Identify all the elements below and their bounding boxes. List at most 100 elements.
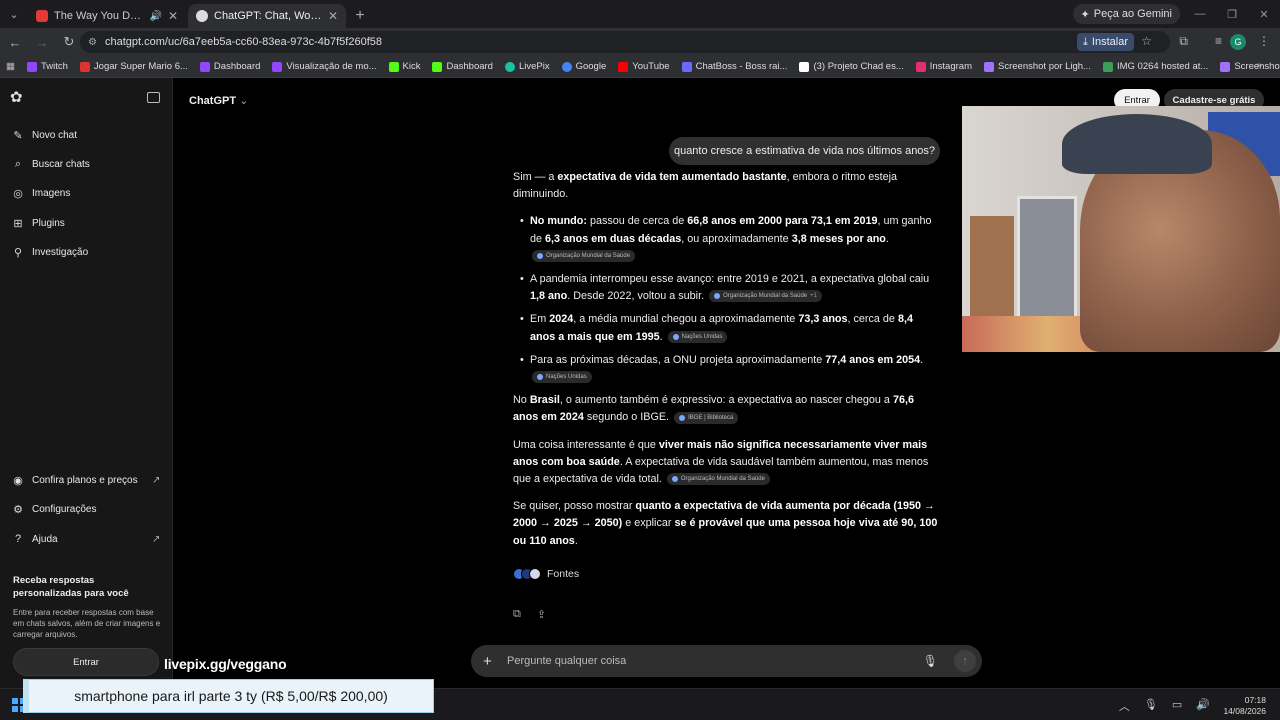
- citation-more-count: +1: [810, 293, 817, 300]
- game-icon: [79, 61, 90, 72]
- text-run: Para as próximas décadas, a ONU projeta …: [530, 353, 826, 366]
- sources-button[interactable]: Fontes: [513, 568, 579, 580]
- citation-chip[interactable]: IBGE | Biblioteca: [674, 411, 739, 424]
- citation-chip[interactable]: Organização Mundial da Saúde: [532, 249, 636, 262]
- bookmark-item[interactable]: Instagram: [915, 61, 972, 72]
- prompt-composer[interactable]: + Pergunte qualquer coisa 🎙 ↑: [471, 645, 982, 677]
- text-run: .: [659, 330, 663, 343]
- browser-tab-chatgpt[interactable]: ChatGPT: Chat, Work, Create & ✕: [188, 4, 346, 28]
- tab-title: ChatGPT: Chat, Work, Create &: [214, 10, 322, 22]
- citation-chip[interactable]: Nações Unidas: [532, 371, 592, 384]
- bookmark-item[interactable]: Dashboard: [199, 61, 260, 72]
- address-bar[interactable]: ⚙ chatgpt.com/uc/6a7eeb5a-cc60-83ea-973c…: [80, 31, 1170, 53]
- tab-search-icon[interactable]: ⌄: [0, 0, 28, 28]
- profile-avatar[interactable]: G: [1230, 34, 1246, 50]
- sidebar-item-settings[interactable]: ⚙ Configurações: [12, 499, 96, 519]
- attach-plus-icon[interactable]: +: [483, 653, 497, 670]
- sidebar-item-research[interactable]: ⚲ Investigação: [12, 242, 88, 262]
- send-arrow-icon[interactable]: ↑: [954, 650, 976, 672]
- reload-icon[interactable]: ↻: [57, 30, 81, 54]
- new-tab-button[interactable]: +: [348, 4, 372, 28]
- bookmark-item[interactable]: Twitch: [26, 61, 68, 72]
- citation-chip[interactable]: Nações Unidas: [667, 330, 728, 343]
- browser-tab-strip: ⌄ The Way You Do It (Elinov R 🔊 ✕ ChatGP…: [0, 0, 1280, 28]
- sidebar-item-search[interactable]: ⌕ Buscar chats: [12, 154, 90, 174]
- chevron-up-icon[interactable]: ︿: [1119, 698, 1130, 714]
- citation-label: IBGE | Biblioteca: [688, 414, 734, 421]
- livepix-overlay-text: livepix.gg/veggano: [164, 656, 287, 672]
- bookmark-label: Dashboard: [446, 61, 493, 72]
- copy-icon[interactable]: ⧉: [513, 608, 521, 621]
- taskbar-clock[interactable]: 07:18 14/08/2026: [1223, 695, 1266, 717]
- extensions-icon[interactable]: ⧉: [1179, 34, 1188, 49]
- sidebar-item-label: Buscar chats: [32, 158, 90, 170]
- sidebar-toggle-icon[interactable]: [147, 92, 160, 103]
- browser-tab-youtube[interactable]: The Way You Do It (Elinov R 🔊 ✕: [28, 4, 186, 28]
- sparkle-icon: ◉: [13, 474, 23, 487]
- restore-window-icon[interactable]: ❐: [1216, 0, 1248, 28]
- text-run: Sim — a: [513, 171, 558, 183]
- media-control-icon[interactable]: ≡: [1215, 34, 1222, 48]
- forward-arrow-icon[interactable]: →: [30, 30, 54, 54]
- citation-chip[interactable]: Organização Mundial da Saúde: [666, 473, 770, 486]
- sidebar-item-images[interactable]: ◎ Imagens: [12, 183, 70, 203]
- display-icon[interactable]: ▭: [1172, 698, 1182, 714]
- bookmark-item[interactable]: YouTube: [618, 61, 670, 72]
- bookmark-item[interactable]: Jogar Super Mario 6...: [79, 61, 188, 72]
- lightshot-icon: [1220, 61, 1231, 72]
- external-link-icon: ↗: [152, 533, 161, 545]
- sidebar-item-plugins[interactable]: ⊞ Plugins: [12, 213, 64, 233]
- sidebar-item-label: Imagens: [32, 187, 71, 199]
- bold-run: Brasil: [529, 394, 560, 407]
- answer-paragraph: No Brasil, o aumento também é expressivo…: [513, 392, 938, 426]
- browser-menu-icon[interactable]: ⋮: [1258, 34, 1270, 48]
- audio-playing-icon[interactable]: 🔊: [149, 11, 161, 22]
- bookmark-item[interactable]: Visualização de mo...: [272, 61, 377, 72]
- text-run: A pandemia interrompeu esse avanço: entr…: [530, 273, 930, 286]
- text-run: e explicar: [622, 517, 675, 530]
- close-tab-icon[interactable]: ✕: [328, 9, 338, 23]
- bookmark-item[interactable]: Kick: [388, 61, 420, 72]
- bookmark-item[interactable]: ChatBoss - Boss rai...: [681, 61, 787, 72]
- bookmark-star-icon[interactable]: ☆: [1141, 34, 1152, 48]
- back-arrow-icon[interactable]: ←: [3, 30, 27, 54]
- microphone-tray-icon[interactable]: 🎙: [1144, 698, 1158, 714]
- share-icon[interactable]: ⇪: [537, 608, 546, 621]
- bookmark-item[interactable]: LivePix: [504, 61, 550, 72]
- twitch-icon: [199, 61, 210, 72]
- ask-gemini-button[interactable]: ✦ Peça ao Gemini: [1072, 4, 1180, 24]
- sidebar-item-label: Novo chat: [32, 129, 78, 141]
- citation-chip[interactable]: Organização Mundial da Saúde +1: [709, 290, 822, 303]
- install-app-button[interactable]: ⤓ Instalar: [1077, 33, 1134, 51]
- webcam-cap: [1062, 114, 1212, 174]
- sidebar-item-label: Confira planos e preços: [32, 474, 138, 486]
- bookmark-item[interactable]: Screenshot por Ligh...: [1220, 61, 1280, 72]
- plugin-icon: ⊞: [13, 217, 23, 230]
- bookmark-item[interactable]: IMG 0264 hosted at...: [1102, 61, 1208, 72]
- chatgpt-favicon-icon: [196, 10, 208, 22]
- lightshot-icon: [984, 61, 994, 72]
- bookmark-item[interactable]: Dashboard: [432, 61, 493, 72]
- prompt-input[interactable]: Pergunte qualquer coisa: [507, 655, 923, 667]
- microphone-icon[interactable]: 🎙: [923, 654, 938, 668]
- sidebar-item-plans[interactable]: ◉ Confira planos e preços ↗: [12, 470, 160, 490]
- bookmark-item[interactable]: Google: [561, 61, 607, 72]
- sidebar-item-help[interactable]: ? Ajuda ↗: [12, 529, 160, 549]
- close-window-icon[interactable]: ✕: [1248, 0, 1280, 28]
- more-bookmarks-icon[interactable]: »: [1256, 60, 1262, 71]
- bookmarks-apps-icon[interactable]: ▦: [6, 61, 15, 72]
- bold-run: 77,4 anos em 2054: [825, 353, 921, 366]
- model-selector[interactable]: ChatGPT ⌄: [189, 94, 248, 107]
- bookmark-item[interactable]: (3) Projeto Chad es...: [799, 61, 904, 72]
- site-info-icon[interactable]: ⚙: [88, 37, 97, 48]
- minimize-window-icon[interactable]: —: [1184, 0, 1216, 28]
- openai-logo-icon[interactable]: ✿: [10, 90, 26, 106]
- sidebar-login-button[interactable]: Entrar: [13, 648, 159, 676]
- bookmark-label: Google: [575, 61, 607, 72]
- close-tab-icon[interactable]: ✕: [168, 9, 178, 23]
- bookmark-label: YouTube: [632, 61, 670, 72]
- volume-icon[interactable]: 🔊: [1196, 698, 1210, 714]
- bookmark-item[interactable]: Screenshot por Ligh...: [984, 61, 1091, 72]
- citation-label: Organização Mundial da Saúde: [680, 476, 765, 483]
- sidebar-item-new-chat[interactable]: ✎ Novo chat: [12, 125, 77, 145]
